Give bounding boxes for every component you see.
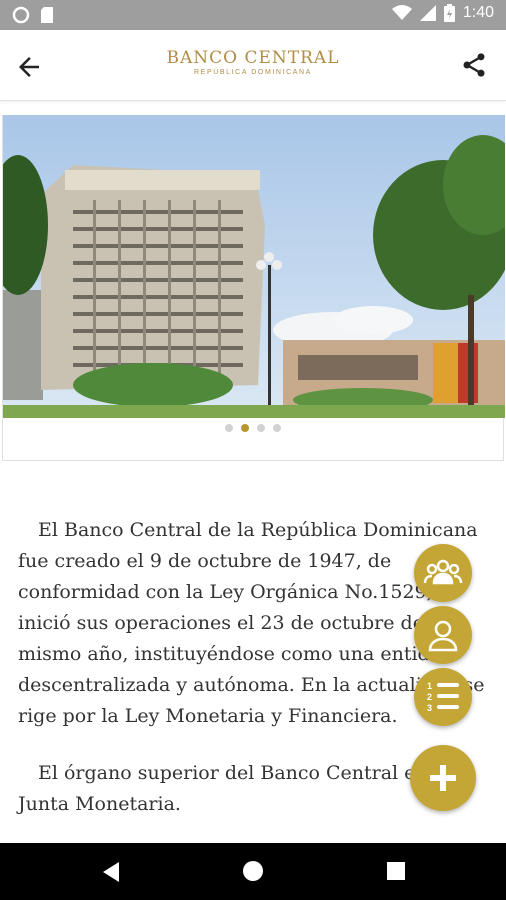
nav-back-button[interactable] xyxy=(101,861,121,887)
signal-icon xyxy=(419,5,436,21)
nav-recents-button[interactable] xyxy=(387,862,405,884)
svg-text:3: 3 xyxy=(427,703,432,713)
status-bar: 1:40 xyxy=(0,0,506,30)
carousel-dot-1[interactable] xyxy=(225,424,233,432)
group-icon xyxy=(423,559,463,585)
plus-icon xyxy=(430,765,456,791)
status-time: 1:40 xyxy=(462,4,494,21)
logo-subtitle: REPÚBLICA DOMINICANA xyxy=(194,69,312,76)
fab-profile-button[interactable] xyxy=(414,606,472,664)
carousel-dot-2[interactable] xyxy=(241,424,249,432)
app-bar: BANCO CENTRAL REPÚBLICA DOMINICANA xyxy=(0,30,506,101)
carousel-slide-building-photo xyxy=(3,115,505,418)
svg-text:1: 1 xyxy=(427,681,432,691)
share-button[interactable] xyxy=(460,51,488,79)
battery-icon xyxy=(443,4,455,22)
notification-circle-icon xyxy=(12,6,30,24)
logo-title: BANCO CENTRAL xyxy=(166,48,340,68)
wifi-icon xyxy=(391,5,412,20)
carousel-dot-4[interactable] xyxy=(273,424,281,432)
fab-main-toggle-button[interactable] xyxy=(410,745,476,811)
image-carousel[interactable] xyxy=(2,115,505,461)
central-bank-building-photo xyxy=(3,115,505,418)
share-icon xyxy=(463,53,485,77)
fab-list-button[interactable]: 123 xyxy=(414,668,472,726)
nav-home-button[interactable] xyxy=(242,860,264,886)
triangle-back-icon xyxy=(103,862,119,882)
bank-logo: BANCO CENTRAL REPÚBLICA DOMINICANA xyxy=(0,48,506,76)
square-recents-icon xyxy=(387,862,405,880)
circle-home-icon xyxy=(243,861,263,881)
fab-team-button[interactable] xyxy=(414,544,472,602)
person-icon xyxy=(428,620,458,652)
numbered-list-icon: 123 xyxy=(427,681,459,713)
svg-text:2: 2 xyxy=(427,692,432,702)
carousel-indicator xyxy=(3,424,503,432)
carousel-dot-3[interactable] xyxy=(257,424,265,432)
sd-card-icon xyxy=(41,7,53,23)
system-navigation-bar xyxy=(0,843,506,900)
